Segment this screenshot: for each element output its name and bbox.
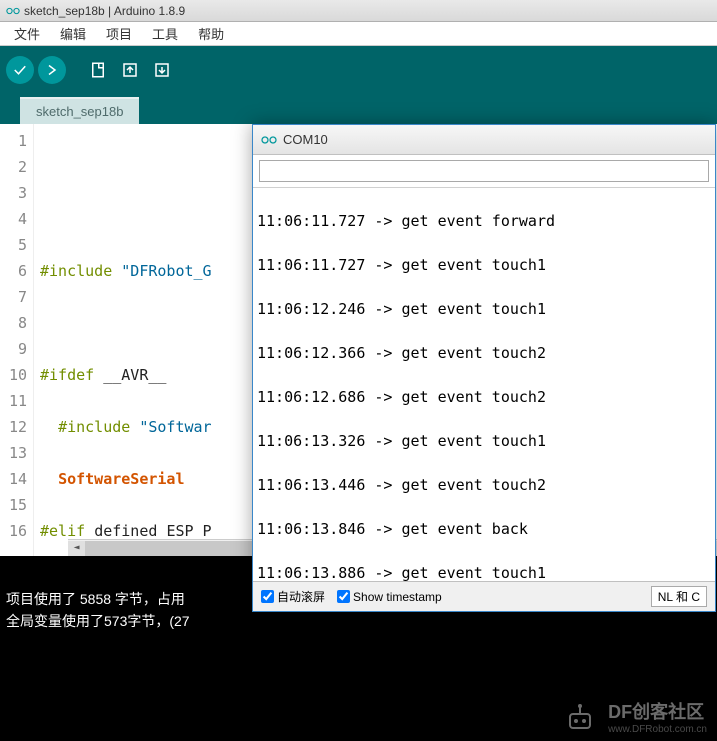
serial-title-text: COM10 <box>283 132 328 147</box>
serial-monitor-window: COM10 11:06:11.727 -> get event forward … <box>252 124 716 612</box>
window-title: sketch_sep18b | Arduino 1.8.9 <box>24 4 185 18</box>
serial-line: 11:06:13.446 -> get event touch2 <box>257 474 711 496</box>
serial-titlebar[interactable]: COM10 <box>253 125 715 155</box>
upload-button[interactable] <box>38 56 66 84</box>
tab-bar: sketch_sep18b <box>0 94 717 124</box>
arduino-icon <box>261 132 277 148</box>
menu-tools[interactable]: 工具 <box>142 24 188 43</box>
toolbar <box>0 46 717 94</box>
menu-edit[interactable]: 编辑 <box>50 24 96 43</box>
menu-help[interactable]: 帮助 <box>188 24 234 43</box>
save-button[interactable] <box>148 56 176 84</box>
verify-button[interactable] <box>6 56 34 84</box>
serial-input[interactable] <box>259 160 709 182</box>
menu-file[interactable]: 文件 <box>4 24 50 43</box>
scroll-left-icon[interactable]: ◄ <box>68 541 85 556</box>
window-titlebar: sketch_sep18b | Arduino 1.8.9 <box>0 0 717 22</box>
new-button[interactable] <box>84 56 112 84</box>
line-ending-select[interactable]: NL 和 C <box>651 586 707 607</box>
robot-icon <box>560 702 600 732</box>
console-line: 全局变量使用了573字节，(27 <box>6 613 190 629</box>
serial-line: 11:06:12.366 -> get event touch2 <box>257 342 711 364</box>
open-button[interactable] <box>116 56 144 84</box>
footer-url: www.DFRobot.com.cn <box>608 724 707 735</box>
serial-bottom-bar: 自动滚屏 Show timestamp NL 和 C <box>253 581 715 611</box>
footer-watermark: DF创客社区 www.DFRobot.com.cn <box>560 698 707 735</box>
autoscroll-checkbox[interactable]: 自动滚屏 <box>261 588 325 605</box>
menubar: 文件 编辑 项目 工具 帮助 <box>0 22 717 46</box>
serial-output[interactable]: 11:06:11.727 -> get event forward 11:06:… <box>253 188 715 581</box>
serial-line: 11:06:12.686 -> get event touch2 <box>257 386 711 408</box>
menu-sketch[interactable]: 项目 <box>96 24 142 43</box>
serial-line: 11:06:12.246 -> get event touch1 <box>257 298 711 320</box>
tab-sketch[interactable]: sketch_sep18b <box>20 97 139 124</box>
timestamp-checkbox[interactable]: Show timestamp <box>337 590 442 604</box>
arduino-icon <box>6 4 20 18</box>
serial-line: 11:06:13.326 -> get event touch1 <box>257 430 711 452</box>
console-line: 项目使用了 5858 字节，占用 <box>6 591 185 607</box>
serial-line: 11:06:11.727 -> get event touch1 <box>257 254 711 276</box>
line-gutter: 12345678910111213141516 <box>0 124 34 556</box>
serial-line: 11:06:13.846 -> get event back <box>257 518 711 540</box>
serial-line: 11:06:13.886 -> get event touch1 <box>257 562 711 581</box>
serial-line: 11:06:11.727 -> get event forward <box>257 210 711 232</box>
footer-brand: DF创客社区 <box>608 702 704 722</box>
